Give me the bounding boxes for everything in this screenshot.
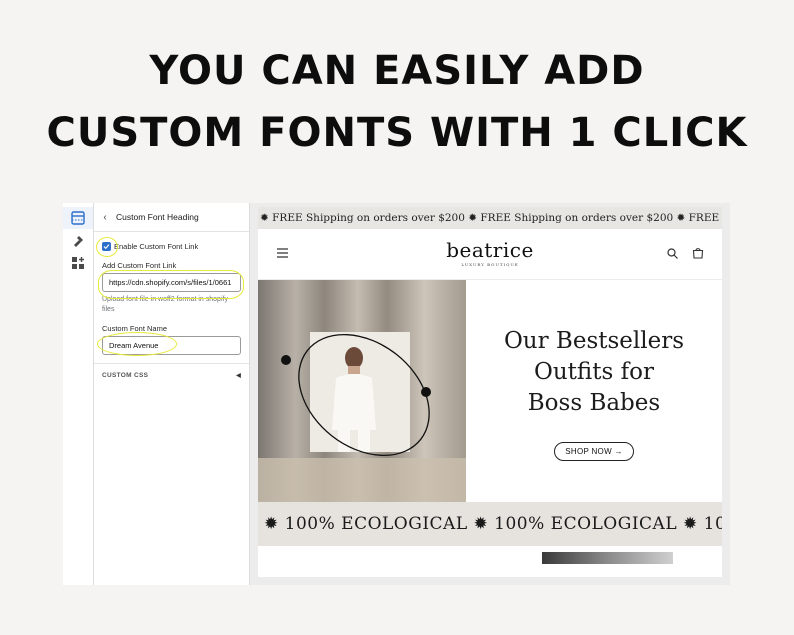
enable-font-link-label: Enable Custom Font Link — [114, 241, 199, 251]
announcement-bar: ✹ FREE Shipping on orders over $200 ✹ FR… — [258, 207, 722, 229]
font-name-input[interactable]: Dream Avenue — [102, 336, 241, 355]
cart-icon[interactable] — [692, 247, 704, 259]
font-name-label: Custom Font Name — [102, 324, 168, 333]
editor-icon-rail — [63, 203, 94, 585]
promo-headline: YOU CAN EASILY ADD CUSTOM FONTS WITH 1 C… — [0, 40, 794, 164]
marquee-text: ✹ 100% ECOLOGICAL ✹ 100% ECOLOGICAL ✹ 10… — [264, 514, 722, 534]
model-photo-illustration — [258, 332, 466, 502]
hero-title-line-3: Boss Babes — [527, 390, 661, 416]
font-name-value: Dream Avenue — [109, 341, 159, 350]
hero-banner: Our Bestsellers Outfits for Boss Babes S… — [258, 280, 722, 502]
store-header: beatrice LUXURY BOUTIQUE — [258, 229, 722, 280]
enable-font-link-checkbox[interactable] — [102, 241, 111, 251]
sections-icon[interactable] — [71, 211, 85, 225]
hero-copy: Our Bestsellers Outfits for Boss Babes S… — [466, 280, 722, 502]
custom-css-label: CUSTOM CSS — [102, 371, 149, 379]
theme-editor-window: ‹ Custom Font Heading Enable Custom Font… — [63, 203, 730, 585]
headline-line-1: YOU CAN EASILY ADD — [149, 48, 645, 94]
ecological-marquee: ✹ 100% ECOLOGICAL ✹ 100% ECOLOGICAL ✹ 10… — [258, 502, 722, 546]
storefront-preview: ✹ FREE Shipping on orders over $200 ✹ FR… — [258, 207, 722, 577]
hero-title: Our Bestsellers Outfits for Boss Babes — [466, 326, 722, 419]
panel-header: ‹ Custom Font Heading — [94, 203, 249, 232]
custom-css-collapsible[interactable]: CUSTOM CSS ◀ — [102, 364, 241, 386]
hero-title-line-1: Our Bestsellers — [503, 328, 685, 354]
panel-title: Custom Font Heading — [116, 212, 199, 222]
headline-line-2: CUSTOM FONTS WITH 1 CLICK — [46, 110, 748, 156]
font-link-help: Upload font file in woff2 format in shop… — [102, 296, 228, 313]
font-link-label: Add Custom Font Link — [102, 261, 177, 270]
font-link-input[interactable]: https://cdn.shopify.com/s/files/1/0661 — [102, 273, 241, 292]
store-logo[interactable]: beatrice — [258, 238, 722, 262]
caret-left-icon: ◀ — [236, 372, 241, 379]
enable-font-link-row[interactable]: Enable Custom Font Link — [102, 239, 241, 253]
font-link-value: https://cdn.shopify.com/s/files/1/0661 — [109, 278, 232, 287]
chevron-left-icon[interactable]: ‹ — [94, 212, 116, 223]
apps-icon[interactable] — [71, 256, 85, 270]
section-settings-panel: ‹ Custom Font Heading Enable Custom Font… — [94, 203, 250, 585]
store-tagline: LUXURY BOUTIQUE — [461, 262, 519, 267]
shop-now-button[interactable]: SHOP NOW → — [554, 442, 634, 461]
search-icon[interactable] — [667, 248, 678, 259]
hero-title-line-2: Outfits for — [534, 359, 654, 385]
checkmark-icon — [103, 243, 110, 249]
theme-settings-icon[interactable] — [71, 234, 85, 248]
announcement-text: ✹ FREE Shipping on orders over $200 ✹ FR… — [260, 212, 722, 224]
next-section — [258, 546, 722, 577]
hero-image — [258, 280, 466, 502]
product-thumbnail[interactable] — [542, 552, 673, 564]
